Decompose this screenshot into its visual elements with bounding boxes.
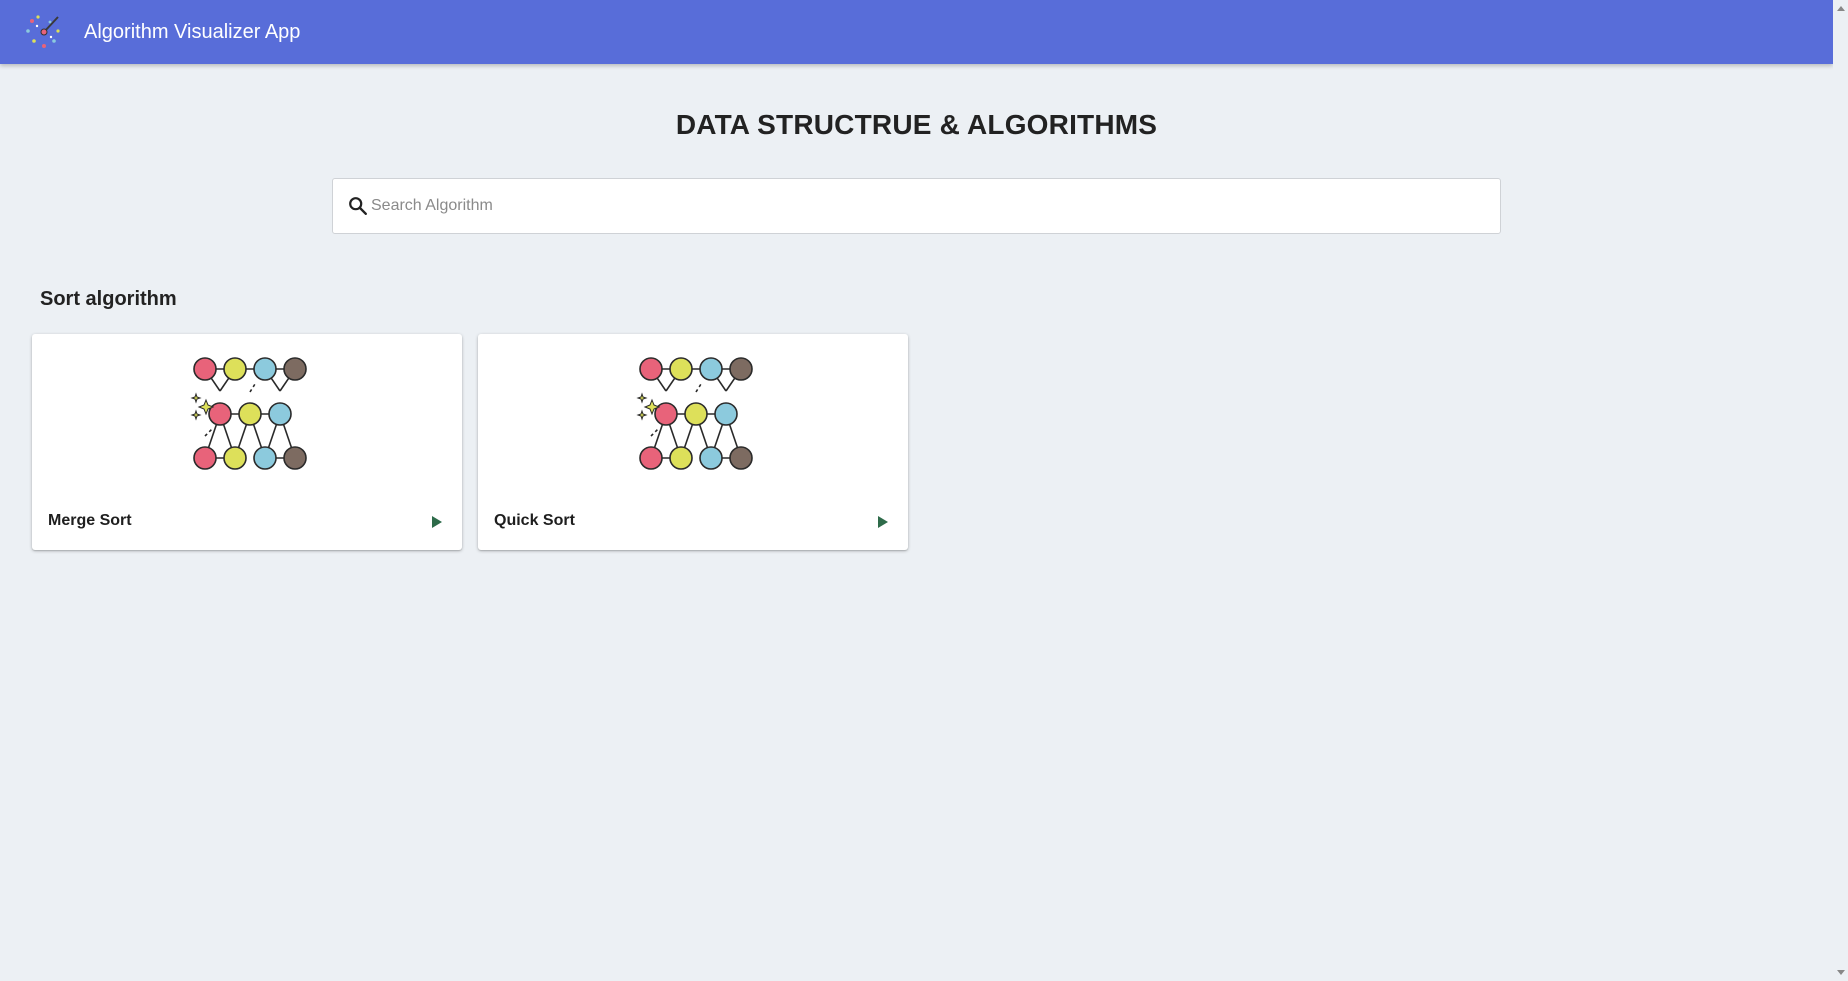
algorithm-card-merge-sort[interactable]: Merge Sort — [32, 334, 462, 550]
page-title: DATA STRUCTRUE & ALGORITHMS — [675, 109, 1158, 140]
app-bar: Algorithm Visualizer App — [0, 0, 1833, 64]
search-icon — [349, 197, 367, 215]
search-input[interactable] — [371, 179, 1481, 233]
card-label: Merge Sort — [48, 512, 132, 529]
scroll-down-arrow-icon[interactable] — [1837, 970, 1845, 975]
play-icon[interactable] — [424, 510, 448, 534]
search-box[interactable] — [332, 178, 1501, 234]
algorithm-card-quick-sort[interactable]: Quick Sort — [478, 334, 908, 550]
sort-network-illustration-icon — [636, 357, 753, 470]
app-logo-icon[interactable] — [24, 13, 64, 51]
scroll-up-arrow-icon[interactable] — [1837, 6, 1845, 11]
app-title[interactable]: Algorithm Visualizer App — [84, 20, 300, 44]
play-icon[interactable] — [870, 510, 894, 534]
page-scrollbar[interactable] — [1833, 0, 1848, 981]
sort-network-illustration-icon — [190, 357, 307, 470]
card-label: Quick Sort — [494, 512, 575, 529]
section-title-sort: Sort algorithm — [40, 288, 177, 310]
